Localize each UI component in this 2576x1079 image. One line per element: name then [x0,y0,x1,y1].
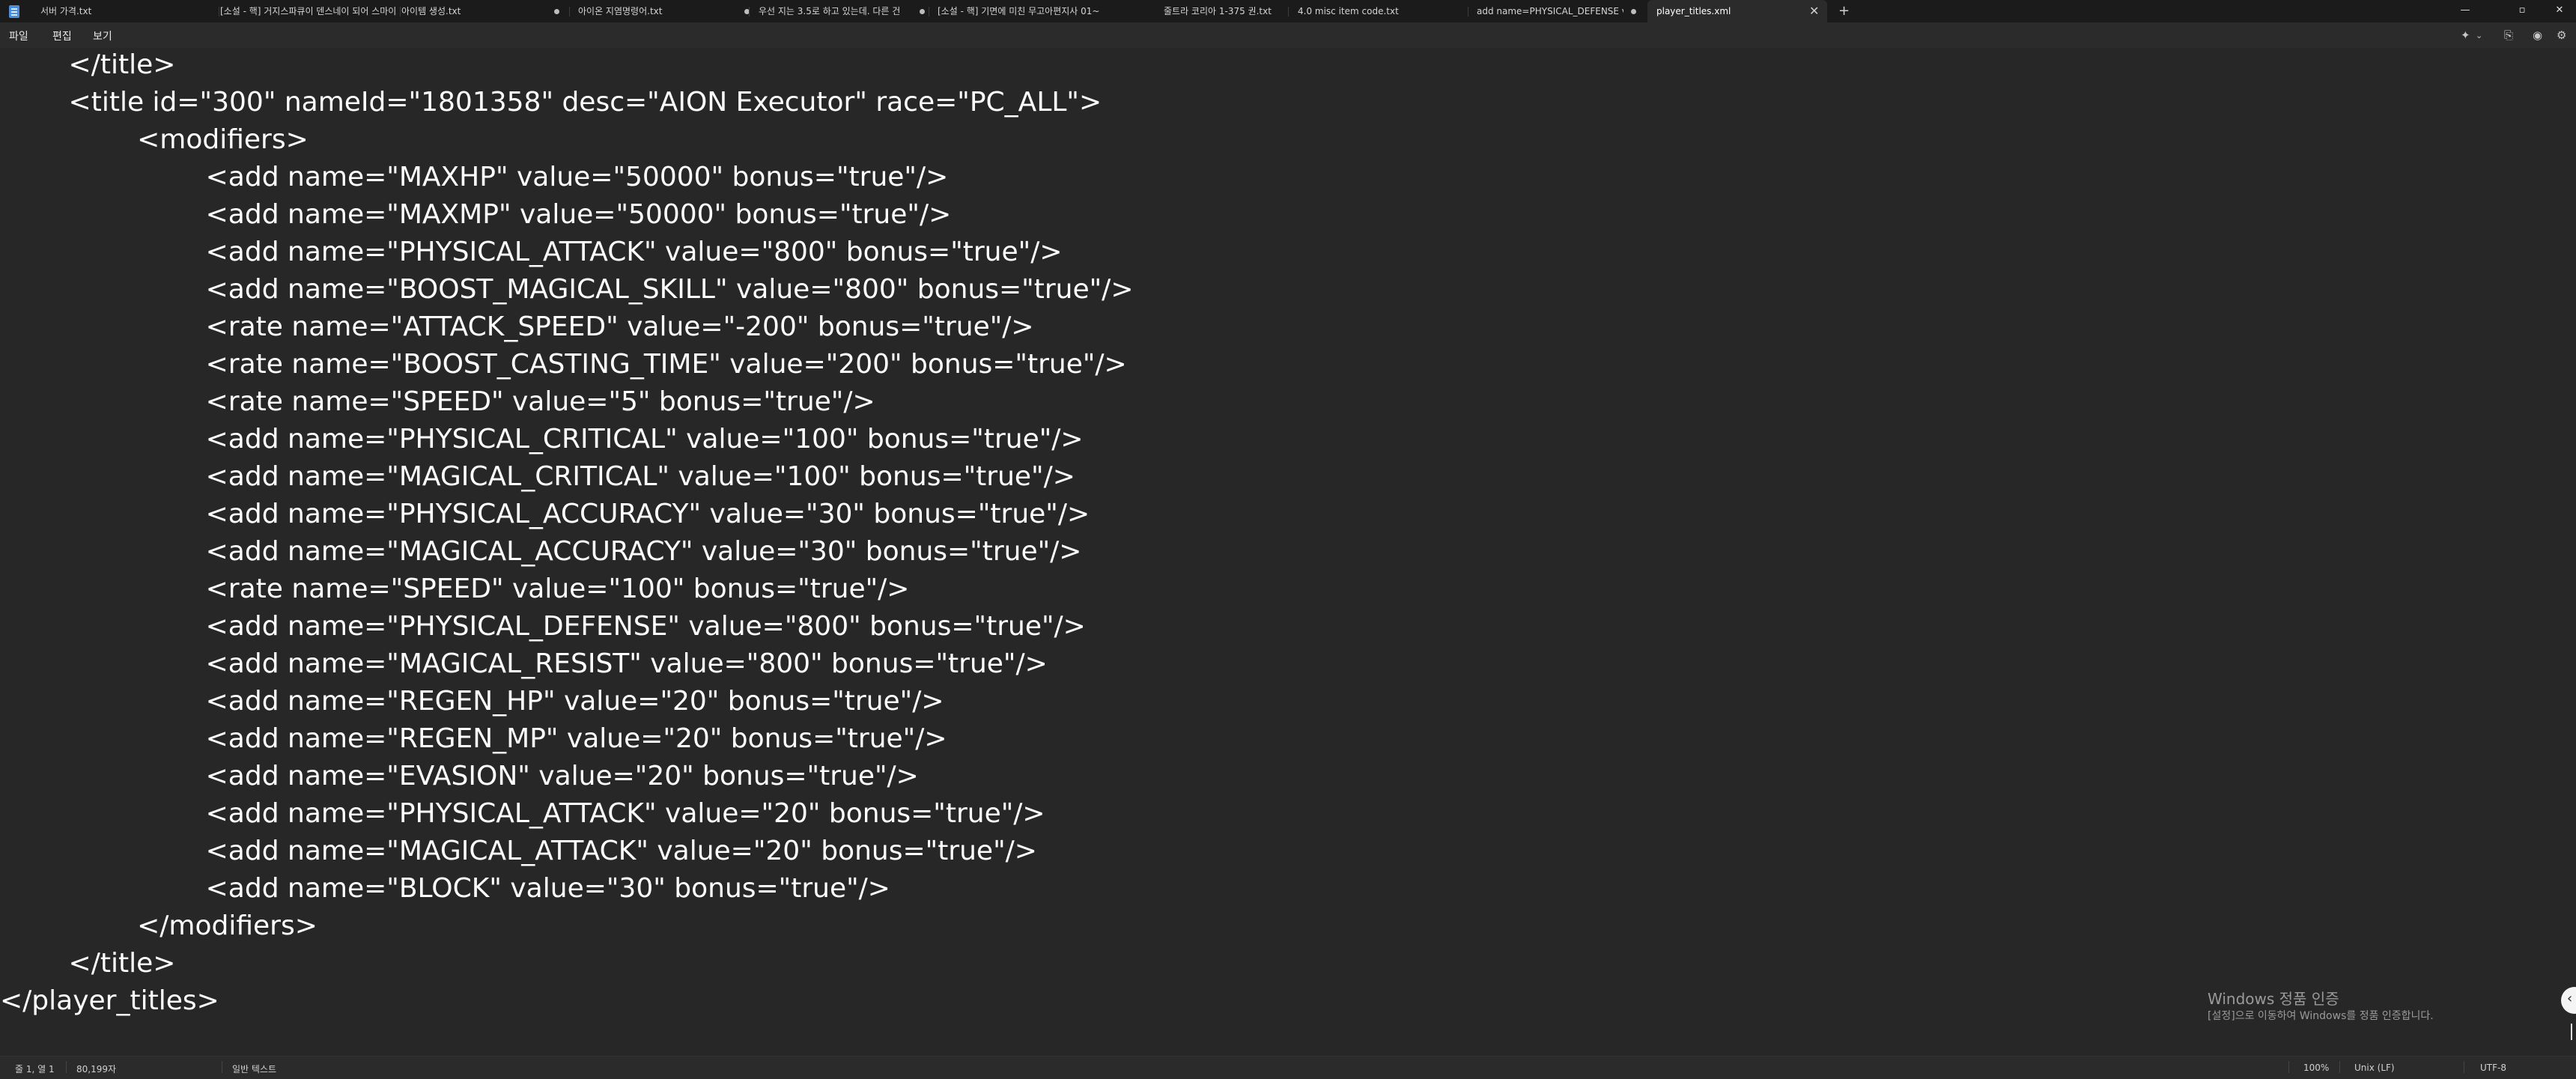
scroll-indicator[interactable] [2571,1024,2572,1040]
code-line: <modifiers> [0,124,309,155]
tab-label: 4.0 misc item code.txt [1298,6,1399,16]
code-line: <add name="MAXMP" value="50000" bonus="t… [0,199,952,230]
code-line: <add name="MAXHP" value="50000" bonus="t… [0,162,949,192]
tab-item[interactable]: [소설 - 핵] 기면에 미친 무고아편지사 01~ [938,0,1111,22]
code-line: <rate name="ATTACK_SPEED" value="-200" b… [0,311,1034,342]
tab-item[interactable]: 줄트라 코리아 1-375 권.txt [1164,0,1284,22]
tab-item[interactable]: 서버 가격.txt [40,0,219,22]
window-close-icon[interactable]: ✕ [2552,0,2567,22]
zoom-level[interactable]: 100% [2303,1063,2329,1073]
menu-file[interactable]: 파일 [9,28,28,43]
code-line: </player_titles> [0,985,219,1016]
tab-separator [400,7,401,16]
menu-bar: 파일 편집 보기 ✦ ⌄ ⎘ ◉ ⚙ [0,22,2576,48]
code-line: <add name="PHYSICAL_ACCURACY" value="30"… [0,499,1090,529]
tab-label: 우선 지는 3.5로 하고 있는데. 다른 건 [759,6,901,16]
maximize-icon[interactable]: ▫ [2515,0,2530,22]
code-line: <add name="MAGICAL_CRITICAL" value="100"… [0,461,1075,492]
tab-item[interactable]: 우선 지는 3.5로 하고 있는데. 다른 건 [759,0,927,22]
windows-activation-watermark: Windows 정품 인증 [설정]으로 이동하여 Windows를 정품 인증… [2208,989,2434,1024]
status-separator [2288,1061,2289,1073]
code-line: </modifiers> [0,911,318,941]
code-line: <add name="PHYSICAL_ATTACK" value="800" … [0,237,1063,267]
code-line: <add name="MAGICAL_RESIST" value="800" b… [0,648,1048,679]
plus-icon[interactable]: + [1838,0,1850,22]
text-editor[interactable]: </title> <title id="300" nameId="1801358… [0,48,2576,1056]
tab-item[interactable]: 아이템 생성.txt [401,0,562,22]
unsaved-dot-icon [920,9,925,14]
tab-label: 아이템 생성.txt [401,6,461,16]
tab-label: player_titles.xml [1656,6,1731,16]
code-line: </title> [0,948,176,979]
encoding[interactable]: UTF-8 [2480,1063,2506,1073]
tab-item[interactable]: [소설 - 핵] 거지스파큐이 덴스네이 되어 스마이트게 [220,0,400,22]
code-line: <add name="EVASION" value="20" bonus="tr… [0,761,919,791]
share-icon[interactable]: ⎘ [2504,28,2513,42]
cursor-position: 줄 1, 열 1 [15,1064,55,1075]
tab-bar: 서버 가격.txt [소설 - 핵] 거지스파큐이 덴스네이 되어 스마이트게 … [0,0,2576,22]
tab-label: [소설 - 핵] 거지스파큐이 덴스네이 되어 스마이트게 [220,6,397,16]
tab-item[interactable]: add name=PHYSICAL_DEFENSE valu [1477,0,1643,22]
tab-separator [1288,7,1289,16]
tab-item[interactable]: 아이온 지염명령어.txt [578,0,752,22]
tab-item[interactable]: 4.0 misc item code.txt [1298,0,1462,22]
code-line: <add name="MAGICAL_ACCURACY" value="30" … [0,536,1082,567]
code-line: <add name="BOOST_MAGICAL_SKILL" value="8… [0,274,1134,305]
tab-label: 아이온 지염명령어.txt [578,6,663,16]
code-line: <add name="PHYSICAL_DEFENSE" value="800"… [0,611,1086,642]
chevron-down-icon[interactable]: ⌄ [2476,31,2482,40]
code-line: <rate name="SPEED" value="100" bonus="tr… [0,574,910,604]
menu-edit[interactable]: 편집 [52,28,72,43]
code-line: <add name="MAGICAL_ATTACK" value="20" bo… [0,836,1037,866]
ai-sparkle-icon[interactable]: ✦ [2461,28,2470,42]
tab-label: [소설 - 핵] 기면에 미친 무고아편지사 01~ [938,6,1100,16]
close-icon[interactable]: ✕ [1809,0,1819,22]
character-count: 80,199자 [76,1064,117,1075]
watermark-subtitle: [설정]으로 이동하여 Windows를 정품 인증합니다. [2208,1010,2434,1022]
code-line: <rate name="SPEED" value="5" bonus="true… [0,386,875,417]
gear-icon[interactable]: ⚙ [2557,28,2566,42]
chevron-left-icon: ‹ [2567,991,2573,1006]
file-format[interactable]: 일반 텍스트 [232,1063,276,1075]
tab-separator [749,7,750,16]
code-line: <add name="BLOCK" value="30" bonus="true… [0,873,890,904]
code-line: <title id="300" nameId="1801358" desc="A… [0,87,1102,118]
code-line: <add name="REGEN_HP" value="20" bonus="t… [0,686,944,717]
tab-item-active[interactable]: player_titles.xml ✕ [1647,0,1827,22]
account-icon[interactable]: ◉ [2533,28,2542,42]
code-line: <add name="REGEN_MP" value="20" bonus="t… [0,723,947,754]
line-ending[interactable]: Unix (LF) [2354,1063,2395,1073]
tab-label: 서버 가격.txt [40,6,92,16]
watermark-title: Windows 정품 인증 [2208,990,2339,1008]
unsaved-dot-icon [1631,9,1636,14]
tab-label: add name=PHYSICAL_DEFENSE valu [1477,6,1623,16]
tab-separator [569,7,570,16]
minimize-icon[interactable]: — [2458,0,2473,22]
code-line: </title> [0,49,176,80]
status-bar: 줄 1, 열 1 80,199자 일반 텍스트 100% Unix (LF) U… [0,1056,2576,1079]
code-line: <rate name="BOOST_CASTING_TIME" value="2… [0,349,1127,380]
menu-view[interactable]: 보기 [93,28,112,43]
unsaved-dot-icon [554,9,559,14]
status-separator [66,1061,67,1073]
code-line: <add name="PHYSICAL_CRITICAL" value="100… [0,424,1084,455]
status-separator [2339,1061,2340,1073]
code-line: <add name="PHYSICAL_ATTACK" value="20" b… [0,798,1045,829]
notepad-app-icon [9,5,19,18]
tab-label: 줄트라 코리아 1-375 권.txt [1164,6,1272,16]
